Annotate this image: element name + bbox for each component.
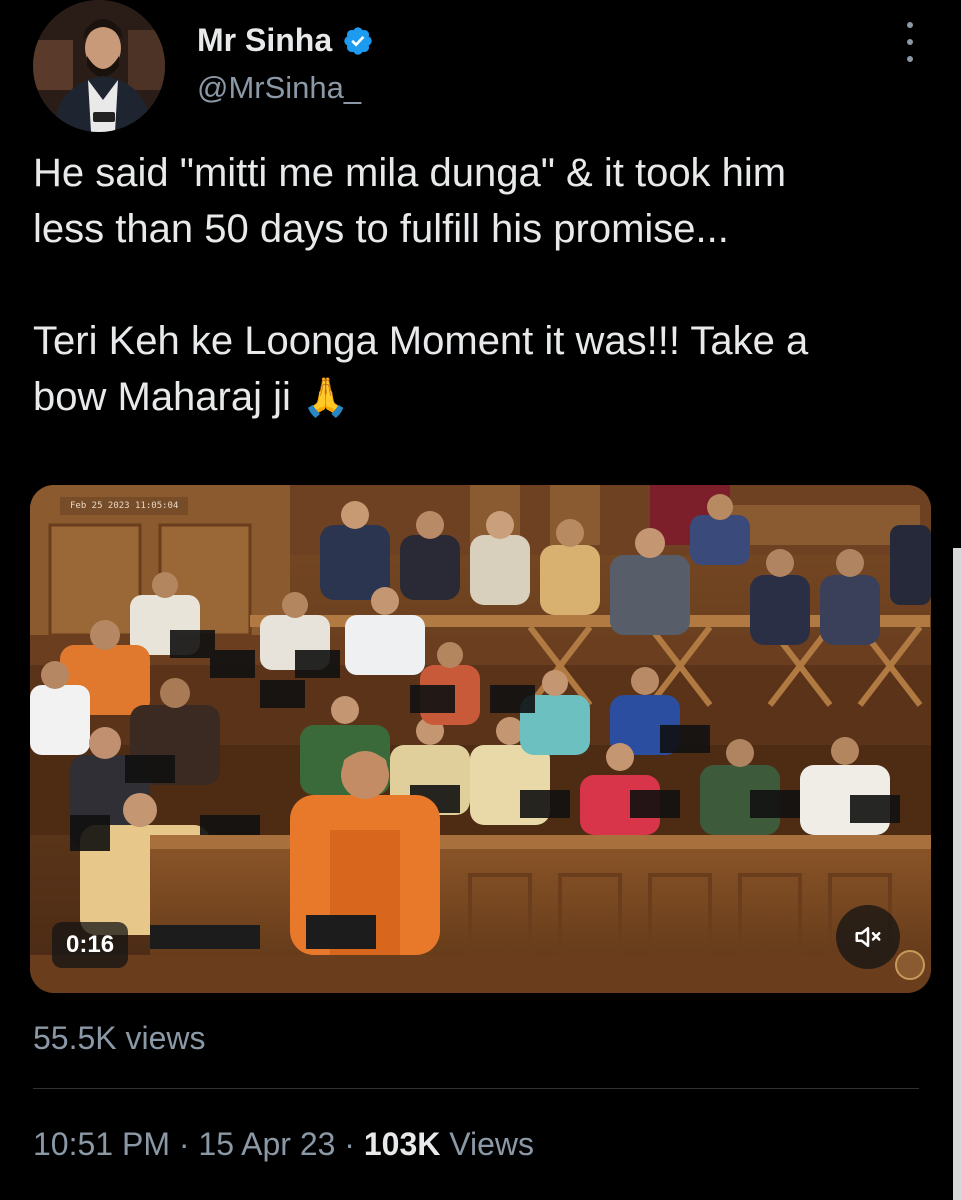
avatar-photo: [33, 0, 165, 132]
video-player[interactable]: Feb 25 2023 11:05:04 0:16: [30, 485, 931, 993]
tweet-view-count[interactable]: 103K: [364, 1126, 441, 1162]
author-name-text: Mr Sinha: [197, 22, 333, 58]
tweet-text: He said "mitti me mila dunga" & it took …: [33, 145, 933, 426]
tweet-line-text: bow Maharaj ji: [33, 375, 291, 419]
tweet-time[interactable]: 10:51 PM: [33, 1126, 170, 1162]
views-label: Views: [449, 1126, 535, 1162]
video-views-count: 55.5K views: [33, 1020, 206, 1056]
tweet-line: Teri Keh ke Loonga Moment it was!!! Take…: [33, 319, 809, 363]
more-options-icon[interactable]: [896, 22, 924, 62]
author-display-name[interactable]: Mr Sinha: [197, 22, 374, 59]
author-handle[interactable]: @MrSinha_: [197, 70, 361, 106]
tweet-line: He said "mitti me mila dunga" & it took …: [33, 151, 787, 195]
video-timestamp-overlay: Feb 25 2023 11:05:04: [60, 497, 189, 515]
tweet-line-last: bow Maharaj ji 🙏: [33, 369, 933, 426]
tweet-line: less than 50 days to fulfill his promise…: [33, 207, 729, 251]
folded-hands-emoji-icon: 🙏: [302, 377, 350, 419]
video-duration-badge: 0:16: [52, 922, 129, 968]
video-thumbnail: [30, 485, 931, 993]
meta-separator: ·: [178, 1126, 190, 1162]
scrollbar[interactable]: [953, 548, 961, 1200]
tweet-date[interactable]: 15 Apr 23: [198, 1126, 335, 1162]
meta-separator: ·: [344, 1126, 355, 1162]
avatar[interactable]: [33, 0, 165, 132]
tweet-meta: 10:51 PM · 15 Apr 23 · 103K Views: [33, 1126, 534, 1163]
verified-badge-icon: [342, 25, 374, 57]
divider: [33, 1088, 919, 1089]
speaker-muted-icon[interactable]: [836, 905, 900, 969]
